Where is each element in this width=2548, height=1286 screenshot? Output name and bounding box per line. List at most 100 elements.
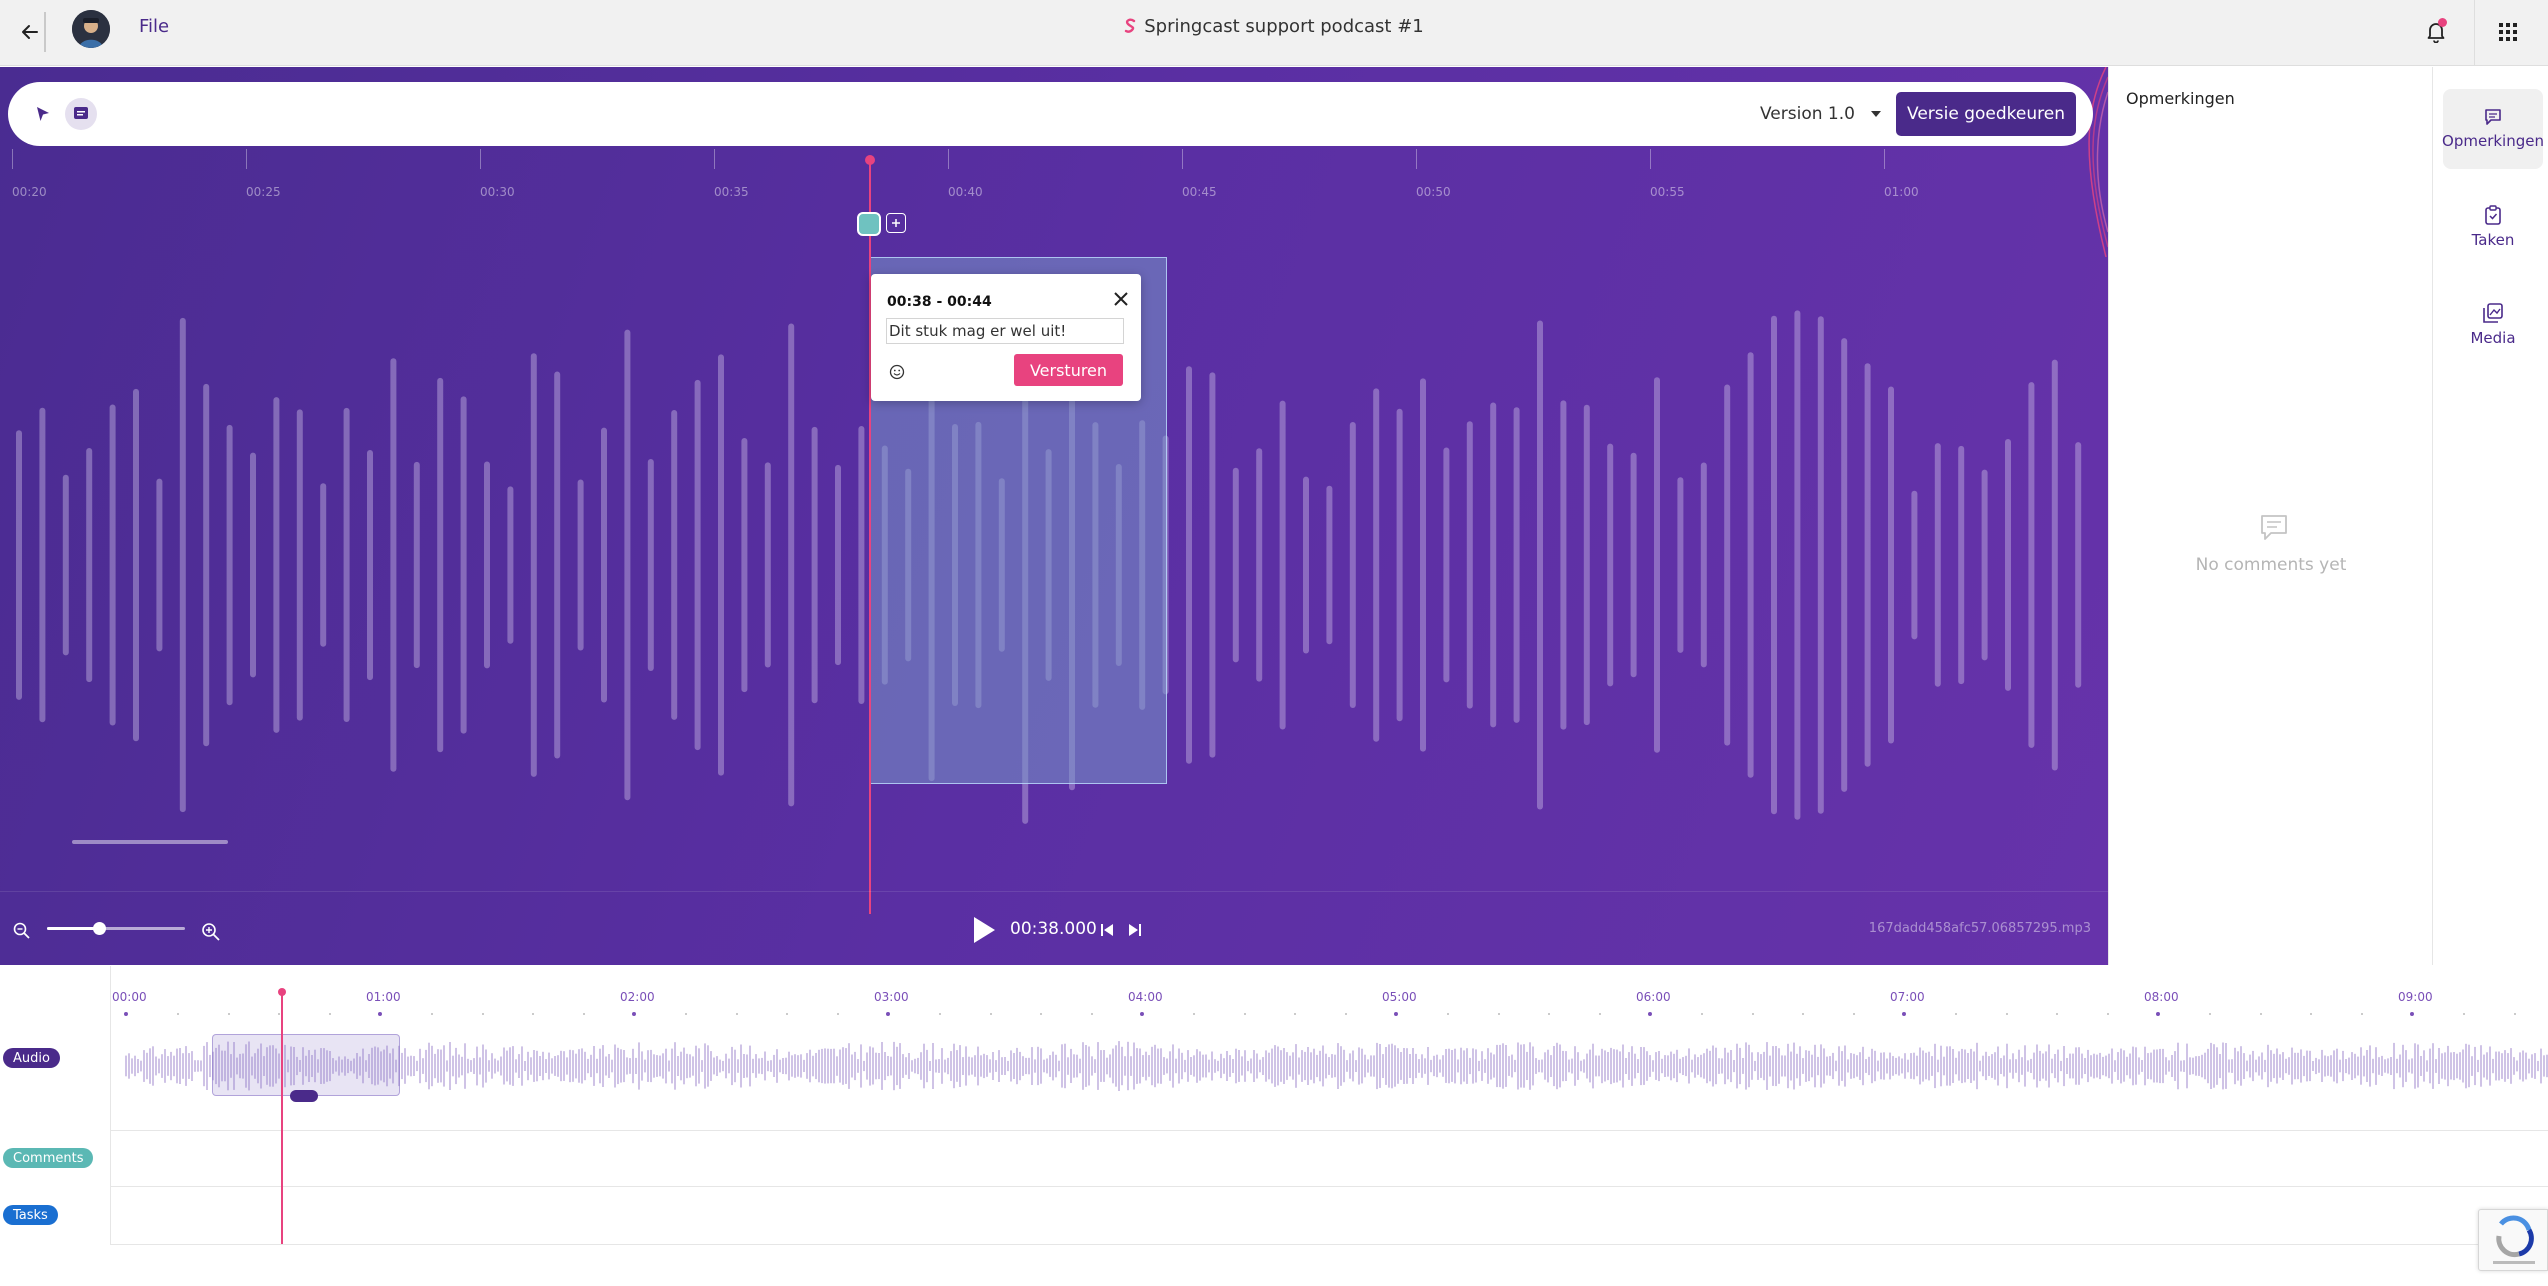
- overview-waveform-bar: [551, 1058, 553, 1074]
- overview-waveform-bar: [932, 1043, 934, 1089]
- zoom-out-icon[interactable]: [12, 921, 32, 941]
- overview-waveform-bar: [494, 1058, 496, 1074]
- emoji-button[interactable]: [887, 362, 907, 382]
- track-badge-audio[interactable]: Audio: [3, 1048, 60, 1068]
- popup-close-button[interactable]: [1110, 288, 1132, 310]
- track-badge-tasks[interactable]: Tasks: [3, 1205, 58, 1225]
- overview-waveform-bar: [2273, 1053, 2275, 1079]
- overview-waveform-bar: [1589, 1049, 1591, 1083]
- region-marker[interactable]: [857, 212, 881, 236]
- playhead-handle[interactable]: [865, 155, 875, 165]
- version-select[interactable]: Version 1.0: [1760, 100, 1881, 128]
- overview-waveform-bar: [833, 1048, 835, 1084]
- overview-waveform-bar: [722, 1060, 724, 1072]
- timeline-minor-tick: [2259, 1013, 2262, 1015]
- divider: [110, 966, 111, 1244]
- overview-waveform-bar: [1925, 1052, 1927, 1080]
- ruler-tick: [948, 149, 949, 169]
- overview-waveform-bar: [1259, 1059, 1261, 1073]
- overview-waveform-bar: [1349, 1053, 1351, 1079]
- play-icon[interactable]: [971, 915, 997, 945]
- overview-waveform-bar: [1436, 1054, 1438, 1078]
- overview-waveform-bar: [1904, 1053, 1906, 1079]
- recaptcha-badge[interactable]: [2478, 1209, 2548, 1271]
- overview-waveform-bar: [1139, 1048, 1141, 1084]
- overview-waveform-bar: [560, 1050, 562, 1082]
- file-menu[interactable]: File: [139, 16, 169, 37]
- overview-waveform-bar: [797, 1055, 799, 1077]
- overview-waveform-bar: [2294, 1052, 2296, 1080]
- overview-waveform-bar: [929, 1061, 931, 1071]
- overview-waveform[interactable]: [125, 1036, 2548, 1096]
- waveform-bar: [1232, 467, 1239, 663]
- timeline-label: 08:00: [2144, 990, 2179, 1004]
- back-button[interactable]: [12, 14, 48, 50]
- overview-waveform-bar: [1859, 1052, 1861, 1080]
- overview-waveform-bar: [191, 1051, 193, 1081]
- overview-waveform-bar: [818, 1049, 820, 1083]
- overview-waveform-bar: [791, 1055, 793, 1077]
- playhead[interactable]: [869, 159, 871, 914]
- overview-waveform-bar: [1448, 1048, 1450, 1084]
- overview-waveform-bar: [452, 1055, 454, 1077]
- overview-playhead[interactable]: [281, 990, 283, 1244]
- approve-version-button[interactable]: Versie goedkeuren: [1896, 92, 2076, 136]
- timeline-major-tick: [2410, 1012, 2414, 1016]
- overview-waveform-bar: [1997, 1046, 1999, 1086]
- overview-waveform-bar: [1880, 1052, 1882, 1080]
- overview-waveform-bar: [851, 1054, 853, 1078]
- waveform-bar: [460, 396, 467, 734]
- comment-popup: 00:38 - 00:44 Versturen: [871, 274, 1141, 401]
- zoom-slider[interactable]: [47, 922, 185, 935]
- overview-waveform-bar: [2300, 1049, 2302, 1083]
- skip-back-icon[interactable]: [1098, 921, 1116, 939]
- side-nav-label: Taken: [2471, 231, 2515, 249]
- overview-waveform-bar: [1394, 1045, 1396, 1087]
- side-nav-comments[interactable]: Opmerkingen: [2442, 89, 2544, 169]
- overview-waveform-bar: [2411, 1058, 2413, 1074]
- overview-waveform-bar: [917, 1057, 919, 1075]
- overview-waveform-bar: [542, 1051, 544, 1081]
- comment-input[interactable]: [886, 318, 1124, 344]
- comment-tool-button[interactable]: [65, 98, 97, 130]
- waveform-editor[interactable]: Version 1.0 Versie goedkeuren 00:20 00:25…: [0, 67, 2108, 965]
- overview-waveform-bar: [596, 1058, 598, 1074]
- waveform-bar: [694, 379, 701, 751]
- add-comment-button[interactable]: [886, 213, 906, 233]
- overview-waveform-bar: [1040, 1048, 1042, 1084]
- overview-window-handle[interactable]: [290, 1090, 318, 1102]
- overview-waveform-bar: [1361, 1048, 1363, 1084]
- track-badge-comments[interactable]: Comments: [3, 1148, 94, 1168]
- overview-waveform-bar: [467, 1058, 469, 1074]
- side-nav-media[interactable]: Media: [2443, 285, 2543, 365]
- overview-waveform-bar: [1811, 1054, 1813, 1078]
- overview-waveform-bar: [2417, 1044, 2419, 1088]
- pointer-tool-button[interactable]: [30, 101, 56, 127]
- horizontal-scrollbar[interactable]: [72, 840, 228, 844]
- overview-waveform-bar: [170, 1051, 172, 1081]
- apps-button[interactable]: [2490, 14, 2526, 50]
- overview-waveform-bar: [935, 1059, 937, 1073]
- overview-waveform-bar: [1958, 1051, 1960, 1081]
- overview-waveform-bar: [2498, 1051, 2500, 1081]
- overview-view-window[interactable]: [212, 1034, 400, 1096]
- waveform-bar: [1466, 421, 1473, 709]
- side-nav-tasks[interactable]: Taken: [2443, 187, 2543, 267]
- editor-toolbar: Version 1.0 Versie goedkeuren: [8, 82, 2093, 146]
- zoom-in-icon[interactable]: [200, 921, 222, 943]
- overview-waveform-bar: [842, 1047, 844, 1085]
- overview-waveform-bar: [1322, 1045, 1324, 1087]
- overview-waveform-bar: [800, 1054, 802, 1078]
- notifications-button[interactable]: [2418, 14, 2454, 50]
- skip-forward-icon[interactable]: [1126, 921, 1144, 939]
- overview-waveform-bar: [1514, 1059, 1516, 1073]
- overview-waveform-bar: [1577, 1052, 1579, 1080]
- overview-waveform-bar: [1301, 1050, 1303, 1082]
- avatar[interactable]: [72, 10, 110, 48]
- overview-waveform-bar: [1229, 1055, 1231, 1077]
- overview-waveform-bar: [404, 1048, 406, 1084]
- send-comment-button[interactable]: Versturen: [1014, 354, 1123, 386]
- overview-playhead-handle[interactable]: [278, 988, 286, 996]
- waveform-bar: [1700, 462, 1707, 668]
- overview-waveform-bar: [1790, 1051, 1792, 1081]
